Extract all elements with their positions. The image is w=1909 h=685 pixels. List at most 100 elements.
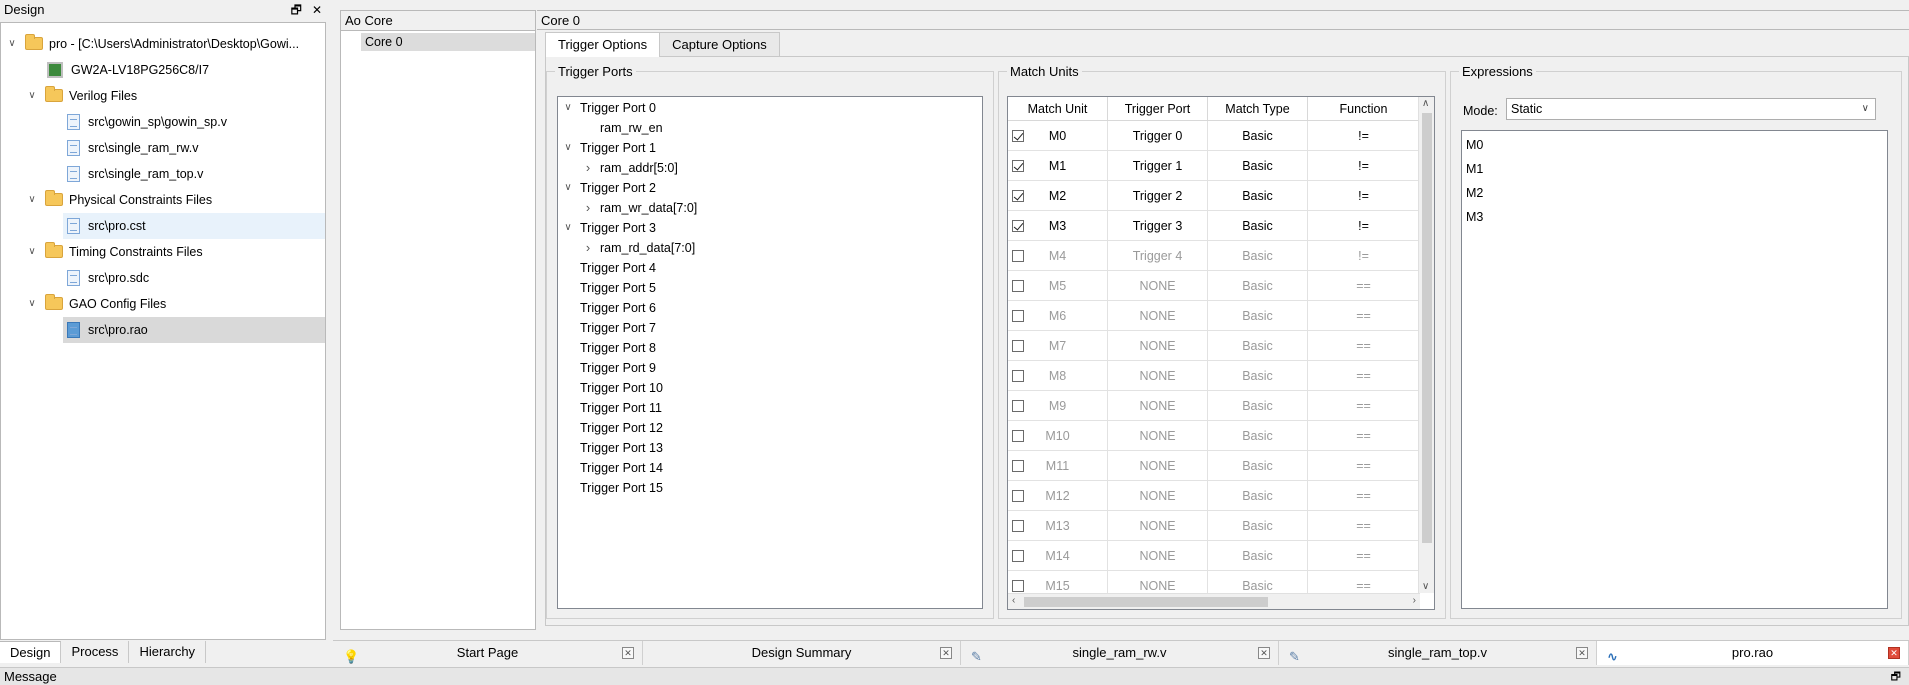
col-match-unit[interactable]: Match Unit xyxy=(1008,97,1108,121)
match-unit-type-cell[interactable]: Basic xyxy=(1208,361,1308,391)
doc-tab-pro-rao[interactable]: ∿ pro.rao ✕ xyxy=(1597,641,1909,665)
float-icon[interactable]: 🗗 xyxy=(1891,668,1901,685)
enable-checkbox[interactable] xyxy=(1012,580,1024,592)
match-unit-type-cell[interactable]: Basic xyxy=(1208,511,1308,541)
tree-file[interactable]: src\gowin_sp\gowin_sp.v xyxy=(63,109,325,135)
match-unit-port-cell[interactable]: Trigger 2 xyxy=(1108,181,1208,211)
enable-checkbox[interactable] xyxy=(1012,400,1024,412)
trigger-port-row[interactable]: Trigger Port 6 xyxy=(558,298,982,318)
match-unit-func-cell[interactable]: == xyxy=(1308,481,1420,511)
match-unit-port-cell[interactable]: NONE xyxy=(1108,451,1208,481)
match-unit-type-cell[interactable]: Basic xyxy=(1208,391,1308,421)
chevron-right-icon[interactable]: › xyxy=(582,238,594,258)
match-unit-port-cell[interactable]: NONE xyxy=(1108,271,1208,301)
close-icon[interactable]: ✕ xyxy=(312,0,322,20)
match-unit-row[interactable]: M14 NONE Basic == xyxy=(1008,541,1420,571)
tree-group-physical[interactable]: ∨ Physical Constraints Files xyxy=(1,187,325,213)
match-unit-row[interactable]: M13 NONE Basic == xyxy=(1008,511,1420,541)
trigger-port-row[interactable]: ∨ Trigger Port 2 xyxy=(558,178,982,198)
match-unit-type-cell[interactable]: Basic xyxy=(1208,331,1308,361)
match-unit-port-cell[interactable]: NONE xyxy=(1108,481,1208,511)
match-unit-func-cell[interactable]: == xyxy=(1308,511,1420,541)
trigger-port-row[interactable]: Trigger Port 11 xyxy=(558,398,982,418)
tab-hierarchy[interactable]: Hierarchy xyxy=(129,641,207,663)
match-unit-row[interactable]: M8 NONE Basic == xyxy=(1008,361,1420,391)
vscroll-thumb[interactable] xyxy=(1422,113,1432,543)
match-unit-type-cell[interactable]: Basic xyxy=(1208,481,1308,511)
col-trigger-port[interactable]: Trigger Port xyxy=(1108,97,1208,121)
enable-checkbox[interactable] xyxy=(1012,310,1024,322)
close-icon[interactable]: ✕ xyxy=(1576,647,1588,659)
expressions-textbox[interactable]: M0 M1 M2 M3 xyxy=(1461,130,1888,609)
mode-select[interactable]: Static ∨ xyxy=(1506,98,1876,120)
match-unit-type-cell[interactable]: Basic xyxy=(1208,421,1308,451)
trigger-port-row[interactable]: Trigger Port 10 xyxy=(558,378,982,398)
tree-file[interactable]: src\pro.cst xyxy=(63,213,325,239)
match-unit-func-cell[interactable]: == xyxy=(1308,301,1420,331)
match-unit-port-cell[interactable]: Trigger 0 xyxy=(1108,121,1208,151)
match-unit-type-cell[interactable]: Basic xyxy=(1208,301,1308,331)
match-unit-type-cell[interactable]: Basic xyxy=(1208,211,1308,241)
enable-checkbox[interactable] xyxy=(1012,490,1024,502)
tab-process[interactable]: Process xyxy=(61,641,130,663)
tree-file[interactable]: src\single_ram_rw.v xyxy=(63,135,325,161)
chevron-down-icon[interactable]: ∨ xyxy=(562,98,574,118)
doc-tab-start-page[interactable]: 💡 Start Page ✕ xyxy=(333,641,643,665)
match-unit-func-cell[interactable]: != xyxy=(1308,151,1420,181)
tree-group-timing[interactable]: ∨ Timing Constraints Files xyxy=(1,239,325,265)
enable-checkbox[interactable] xyxy=(1012,550,1024,562)
match-unit-row[interactable]: M7 NONE Basic == xyxy=(1008,331,1420,361)
match-unit-row[interactable]: M1 Trigger 1 Basic != xyxy=(1008,151,1420,181)
doc-tab-single-ram-top[interactable]: ✎ single_ram_top.v ✕ xyxy=(1279,641,1597,665)
trigger-signal-row[interactable]: › ram_wr_data[7:0] xyxy=(558,198,982,218)
trigger-port-row[interactable]: Trigger Port 12 xyxy=(558,418,982,438)
enable-checkbox[interactable] xyxy=(1012,340,1024,352)
match-unit-func-cell[interactable]: == xyxy=(1308,361,1420,391)
match-unit-type-cell[interactable]: Basic xyxy=(1208,541,1308,571)
enable-checkbox[interactable] xyxy=(1012,520,1024,532)
enable-checkbox[interactable] xyxy=(1012,370,1024,382)
trigger-port-row[interactable]: Trigger Port 5 xyxy=(558,278,982,298)
tree-file[interactable]: src\pro.sdc xyxy=(63,265,325,291)
match-unit-type-cell[interactable]: Basic xyxy=(1208,271,1308,301)
col-match-type[interactable]: Match Type xyxy=(1208,97,1308,121)
match-unit-row[interactable]: M11 NONE Basic == xyxy=(1008,451,1420,481)
chevron-down-icon[interactable]: ∨ xyxy=(562,138,574,158)
match-unit-func-cell[interactable]: == xyxy=(1308,421,1420,451)
trigger-signal-row[interactable]: ram_rw_en xyxy=(558,118,982,138)
close-icon[interactable]: ✕ xyxy=(1258,647,1270,659)
match-unit-func-cell[interactable]: != xyxy=(1308,241,1420,271)
tree-file[interactable]: src\single_ram_top.v xyxy=(63,161,325,187)
match-unit-port-cell[interactable]: NONE xyxy=(1108,301,1208,331)
match-units-hscrollbar[interactable]: ‹ › xyxy=(1008,593,1420,609)
match-unit-type-cell[interactable]: Basic xyxy=(1208,241,1308,271)
enable-checkbox[interactable] xyxy=(1012,190,1024,202)
trigger-port-row[interactable]: ∨ Trigger Port 3 xyxy=(558,218,982,238)
match-unit-row[interactable]: M9 NONE Basic == xyxy=(1008,391,1420,421)
match-unit-func-cell[interactable]: == xyxy=(1308,541,1420,571)
trigger-port-row[interactable]: Trigger Port 7 xyxy=(558,318,982,338)
match-unit-row[interactable]: M12 NONE Basic == xyxy=(1008,481,1420,511)
match-unit-port-cell[interactable]: NONE xyxy=(1108,391,1208,421)
enable-checkbox[interactable] xyxy=(1012,130,1024,142)
hscroll-thumb[interactable] xyxy=(1024,597,1268,607)
match-unit-func-cell[interactable]: != xyxy=(1308,121,1420,151)
match-unit-func-cell[interactable]: == xyxy=(1308,271,1420,301)
match-unit-type-cell[interactable]: Basic xyxy=(1208,151,1308,181)
tree-file-selected[interactable]: src\pro.rao xyxy=(63,317,325,343)
match-unit-port-cell[interactable]: Trigger 1 xyxy=(1108,151,1208,181)
match-unit-row[interactable]: M2 Trigger 2 Basic != xyxy=(1008,181,1420,211)
trigger-port-row[interactable]: ∨ Trigger Port 0 xyxy=(558,98,982,118)
close-icon[interactable]: ✕ xyxy=(1888,647,1900,659)
enable-checkbox[interactable] xyxy=(1012,430,1024,442)
trigger-port-row[interactable]: Trigger Port 14 xyxy=(558,458,982,478)
tab-trigger-options[interactable]: Trigger Options xyxy=(545,32,661,57)
chevron-down-icon[interactable]: ∨ xyxy=(562,218,574,238)
doc-tab-single-ram-rw[interactable]: ✎ single_ram_rw.v ✕ xyxy=(961,641,1279,665)
chevron-right-icon[interactable]: › xyxy=(582,198,594,218)
enable-checkbox[interactable] xyxy=(1012,220,1024,232)
match-unit-port-cell[interactable]: NONE xyxy=(1108,361,1208,391)
match-unit-port-cell[interactable]: NONE xyxy=(1108,541,1208,571)
trigger-port-row[interactable]: Trigger Port 9 xyxy=(558,358,982,378)
match-unit-port-cell[interactable]: Trigger 3 xyxy=(1108,211,1208,241)
